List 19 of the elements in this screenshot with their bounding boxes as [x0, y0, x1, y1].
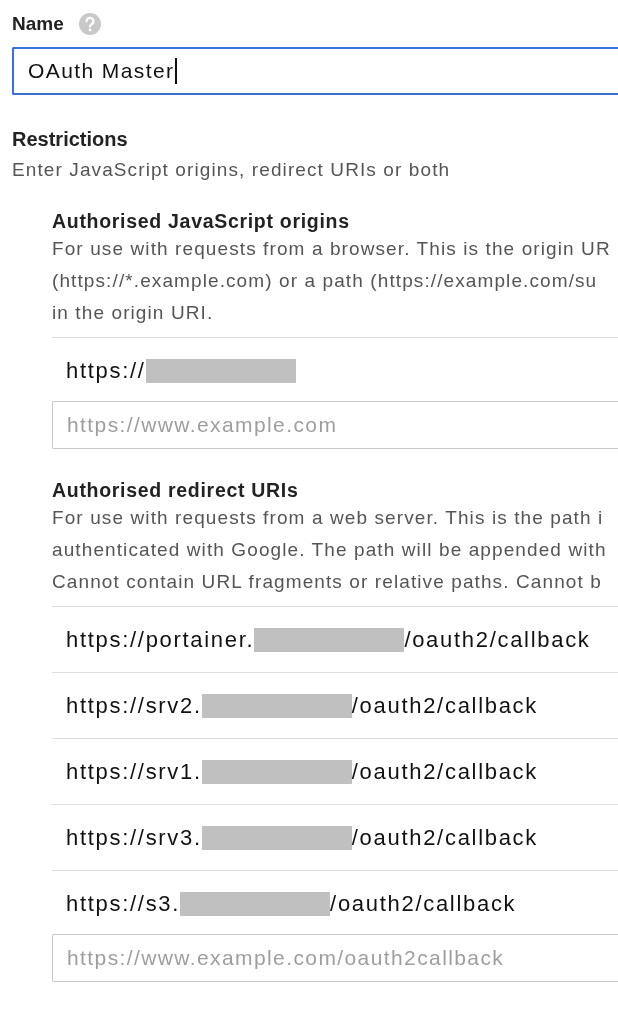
description-line: Cannot contain URL fragments or relative paths. Cannot b [52, 570, 603, 594]
subsection-title: Authorised redirect URIs [52, 479, 300, 502]
uri-entry[interactable]: https://srv1. /oauth2/callback [66, 758, 538, 785]
subsection-title: Authorised JavaScript origins [52, 210, 351, 233]
description-line: For use with requests from a browser. This is the origin UR [52, 237, 612, 261]
help-icon[interactable] [77, 12, 102, 36]
name-input[interactable]: OAuth Master [12, 47, 618, 95]
description-line: in the origin URI. [52, 301, 215, 325]
uri-entry[interactable]: https://s3. /oauth2/callback [66, 890, 517, 917]
uri-entry[interactable]: https://srv2. /oauth2/callback [66, 692, 538, 719]
section-subtitle: Enter JavaScript origins, redirect URIs or both [12, 159, 452, 181]
description-line: (https://*.example.com) or a path (https://example.com/su [52, 269, 599, 293]
uri-entry[interactable]: https:// [66, 357, 296, 384]
uri-entry[interactable]: https://srv3. /oauth2/callback [66, 824, 538, 851]
field-label: Name [12, 13, 64, 35]
uri-entry[interactable]: https://portainer. /oauth2/callback [66, 626, 591, 653]
section-title: Restrictions [12, 128, 129, 151]
description-line: authenticated with Google. The path will be appended with [52, 538, 608, 562]
description-line: For use with requests from a web server. This is the path i [52, 506, 605, 530]
